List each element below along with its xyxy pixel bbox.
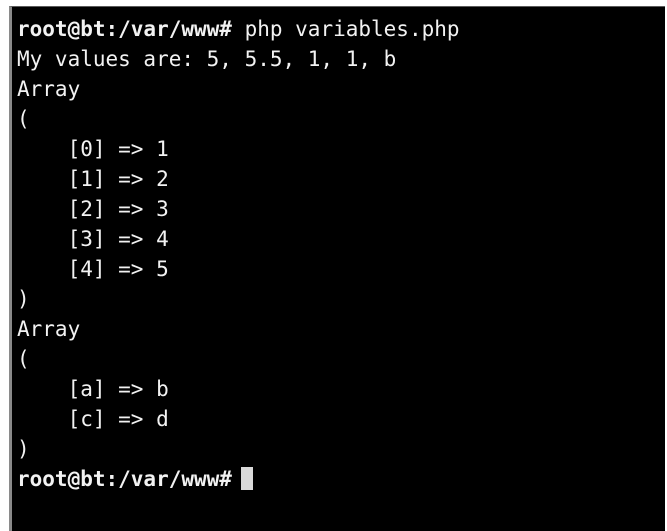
output-line: [a] => b xyxy=(17,377,169,401)
shell-prompt: root@bt:/var/www# xyxy=(17,17,232,41)
input-line[interactable]: root@bt:/var/www# xyxy=(17,464,665,494)
text-cursor xyxy=(240,467,253,490)
output-line: ( xyxy=(17,347,30,371)
output-line: [3] => 4 xyxy=(17,227,169,251)
terminal-window: root@bt:/var/www# php variables.php My v… xyxy=(0,0,667,531)
output-line: [1] => 2 xyxy=(17,167,169,191)
command-text: php variables.php xyxy=(244,17,460,41)
output-line: ) xyxy=(17,437,30,461)
output-line: ) xyxy=(17,287,30,311)
terminal-output: root@bt:/var/www# php variables.php My v… xyxy=(17,14,665,494)
terminal-screen[interactable]: root@bt:/var/www# php variables.php My v… xyxy=(9,6,665,531)
output-line: [2] => 3 xyxy=(17,197,169,221)
output-line: [4] => 5 xyxy=(17,257,169,281)
output-line: Array xyxy=(17,77,81,101)
output-line: ( xyxy=(17,107,30,131)
shell-prompt: root@bt:/var/www# xyxy=(17,467,232,491)
command-line: root@bt:/var/www# php variables.php xyxy=(17,14,665,44)
output-line: My values are: 5, 5.5, 1, 1, b xyxy=(17,47,397,71)
output-line: [0] => 1 xyxy=(17,137,169,161)
output-line: [c] => d xyxy=(17,407,169,431)
output-line: Array xyxy=(17,317,81,341)
